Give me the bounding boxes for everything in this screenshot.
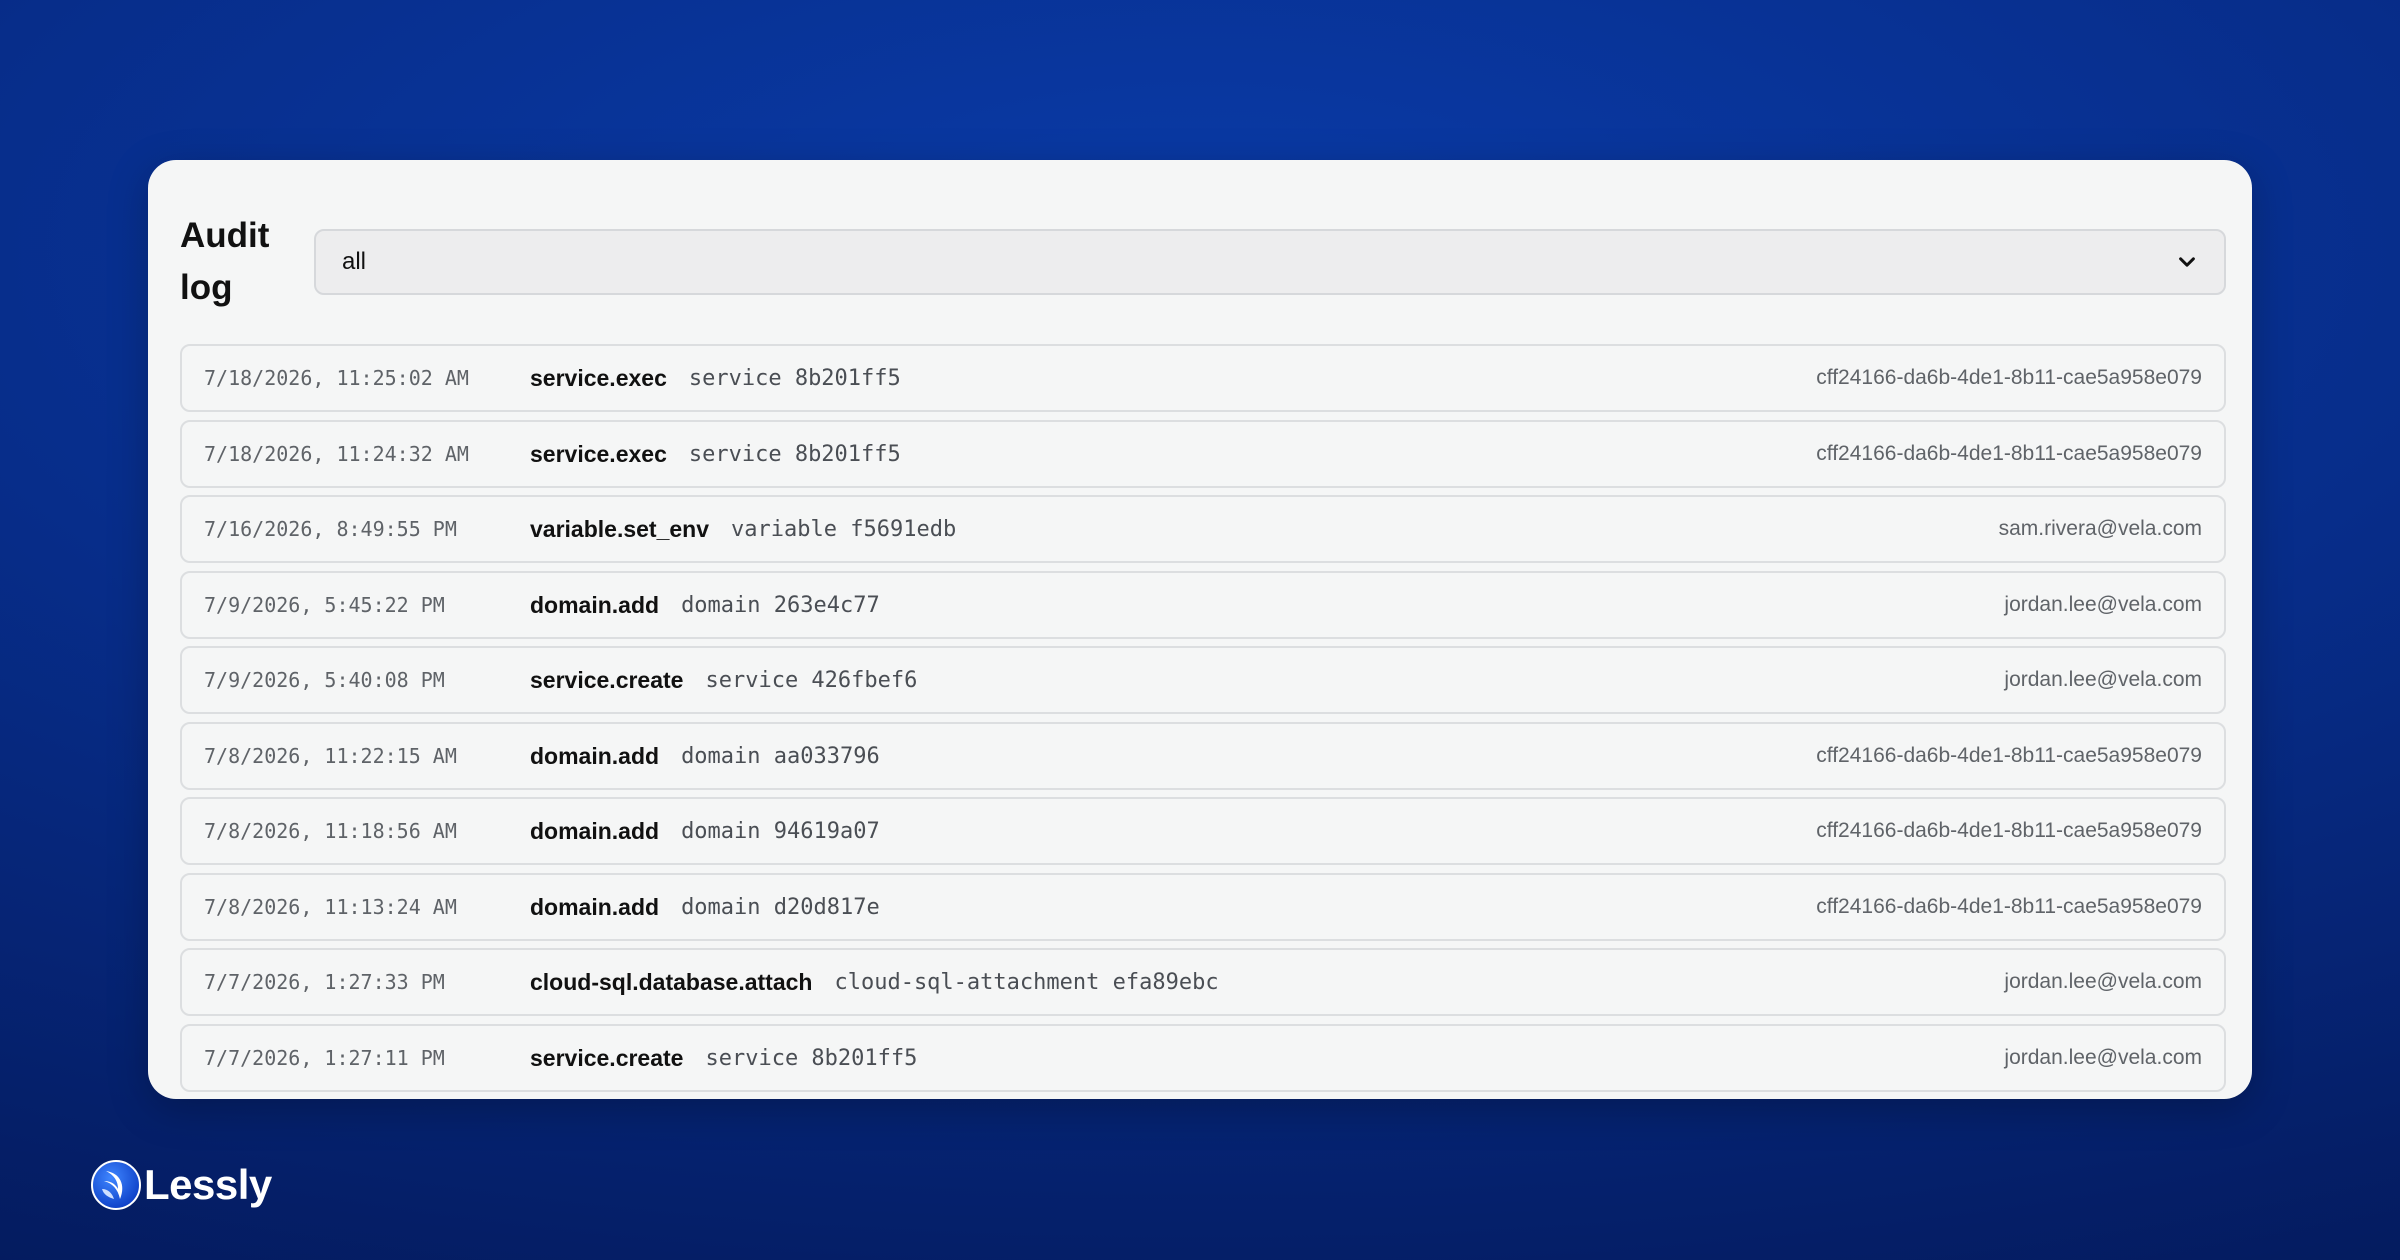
entry-timestamp: 7/16/2026, 8:49:55 PM [204,517,457,541]
audit-entry-row[interactable]: 7/8/2026, 11:13:24 AM domain.add domain … [180,873,2226,941]
entry-target: service 8b201ff5 [688,365,901,391]
audit-log-panel: Audit log all 7/18/2026, 11:25:02 AM ser… [148,160,2252,1099]
entry-actor: jordan.lee@vela.com [2004,970,2202,993]
entry-actor: cff24166-da6b-4de1-8b11-cae5a958e079 [1816,366,2202,389]
entry-timestamp: 7/7/2026, 1:27:11 PM [204,1046,445,1070]
entry-action: domain.add [530,742,660,769]
entry-action: domain.add [530,817,660,844]
audit-entry-row[interactable]: 7/9/2026, 5:45:22 PM domain.add domain 2… [180,571,2226,639]
entry-target: domain d20d817e [681,894,880,920]
brand-name: Lessly [144,1161,272,1208]
audit-entry-row[interactable]: 7/8/2026, 11:18:56 AM domain.add domain … [180,797,2226,865]
entry-target: domain 263e4c77 [681,592,880,618]
audit-filter-select[interactable]: all [314,229,2226,295]
entry-actor: jordan.lee@vela.com [2004,1046,2202,1069]
entry-target: cloud-sql-attachment efa89ebc [834,969,1219,995]
lessly-logo-icon [91,1160,141,1210]
entry-target: service 8b201ff5 [705,1045,918,1071]
entry-actor: cff24166-da6b-4de1-8b11-cae5a958e079 [1816,895,2202,918]
entry-action: service.create [530,1044,684,1071]
entry-actor: cff24166-da6b-4de1-8b11-cae5a958e079 [1816,819,2202,842]
entry-action: domain.add [530,591,660,618]
entry-timestamp: 7/18/2026, 11:25:02 AM [204,366,469,390]
entry-actor: jordan.lee@vela.com [2004,593,2202,616]
entry-action: service.exec [530,440,667,467]
audit-entry-row[interactable]: 7/18/2026, 11:24:32 AM service.exec serv… [180,420,2226,488]
audit-log-header: Audit log all [180,210,2226,320]
audit-filter-value: all [342,248,367,275]
entry-action: service.exec [530,364,667,391]
entry-action: cloud-sql.database.attach [530,968,813,995]
entry-target: service 8b201ff5 [688,441,901,467]
entry-actor: jordan.lee@vela.com [2004,668,2202,691]
entry-actor: sam.rivera@vela.com [1998,517,2202,540]
entry-target: domain aa033796 [681,743,880,769]
entry-timestamp: 7/8/2026, 11:22:15 AM [204,744,457,768]
entry-target: variable f5691edb [731,516,957,542]
audit-entry-row[interactable]: 7/18/2026, 11:25:02 AM service.exec serv… [180,344,2226,412]
audit-entry-row[interactable]: 7/7/2026, 1:27:33 PM cloud-sql.database.… [180,948,2226,1016]
entry-action: domain.add [530,893,660,920]
audit-entry-row[interactable]: 7/7/2026, 1:27:11 PM service.create serv… [180,1024,2226,1092]
entry-action: service.create [530,666,684,693]
entry-timestamp: 7/8/2026, 11:18:56 AM [204,819,457,843]
chevron-down-icon [2179,257,2195,267]
brand: Lessly [90,1158,272,1212]
entry-timestamp: 7/18/2026, 11:24:32 AM [204,442,469,466]
entry-timestamp: 7/9/2026, 5:45:22 PM [204,593,445,617]
entry-target: domain 94619a07 [681,818,880,844]
entry-timestamp: 7/9/2026, 5:40:08 PM [204,668,445,692]
entry-actor: cff24166-da6b-4de1-8b11-cae5a958e079 [1816,744,2202,767]
entry-actor: cff24166-da6b-4de1-8b11-cae5a958e079 [1816,442,2202,465]
page-title: Audit log [180,216,270,307]
entry-target: service 426fbef6 [705,667,918,693]
audit-entry-row[interactable]: 7/8/2026, 11:22:15 AM domain.add domain … [180,722,2226,790]
audit-entry-row[interactable]: 7/16/2026, 8:49:55 PM variable.set_env v… [180,495,2226,563]
entry-timestamp: 7/8/2026, 11:13:24 AM [204,895,457,919]
entry-timestamp: 7/7/2026, 1:27:33 PM [204,970,445,994]
entry-action: variable.set_env [530,515,710,542]
audit-entry-row[interactable]: 7/9/2026, 5:40:08 PM service.create serv… [180,646,2226,714]
